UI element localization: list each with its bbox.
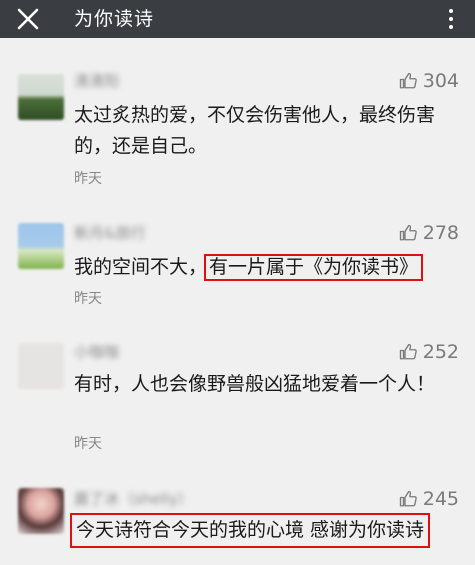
like-button[interactable]: 278 (399, 222, 459, 244)
avatar[interactable] (18, 74, 64, 120)
more-options-button[interactable] (441, 6, 461, 32)
comment-text: 我的空间不大， 有一片属于《为你读书》 (74, 252, 459, 283)
comment-time: 昨天 (74, 171, 102, 187)
comment-text: 太过炙热的爱，不仅会伤害他人，最终伤害的，还是自己。 (74, 104, 436, 157)
comment-text: 有时，人也会像野兽般凶猛地爱着一个人！ (74, 373, 436, 395)
comment-time: 昨天 (74, 436, 102, 452)
top-bar: 为你读诗 (0, 0, 475, 38)
like-count: 245 (422, 488, 459, 510)
highlighted-text: 今天诗符合今天的我的心境 感谢为你读诗 (70, 513, 431, 548)
avatar[interactable] (18, 488, 64, 534)
like-count: 304 (422, 70, 459, 92)
like-button[interactable]: 245 (399, 488, 459, 510)
comment-text-prefix: 我的空间不大， (74, 256, 208, 278)
close-icon (17, 8, 39, 30)
like-count: 278 (422, 222, 459, 244)
commenter-name[interactable]: 新月&旅行 (74, 222, 146, 242)
avatar[interactable] (18, 343, 64, 389)
like-button[interactable]: 304 (399, 70, 459, 92)
avatar[interactable] (18, 223, 64, 269)
commenter-name[interactable]: 清清阳 (74, 70, 119, 90)
page-title: 为你读诗 (74, 8, 155, 30)
close-button[interactable] (14, 6, 42, 32)
more-icon (449, 9, 453, 13)
comment-time: 昨天 (74, 291, 102, 307)
highlighted-text: 有一片属于《为你读书》 (204, 254, 424, 281)
commenter-name[interactable]: 小咖咖 (74, 341, 119, 361)
commenter-name[interactable]: 晨了冰（shelly） (74, 488, 193, 508)
thumbs-up-icon (399, 490, 417, 507)
like-count: 252 (422, 341, 459, 363)
like-button[interactable]: 252 (399, 341, 459, 363)
thumbs-up-icon (399, 72, 417, 89)
thumbs-up-icon (399, 343, 417, 360)
thumbs-up-icon (399, 224, 417, 241)
